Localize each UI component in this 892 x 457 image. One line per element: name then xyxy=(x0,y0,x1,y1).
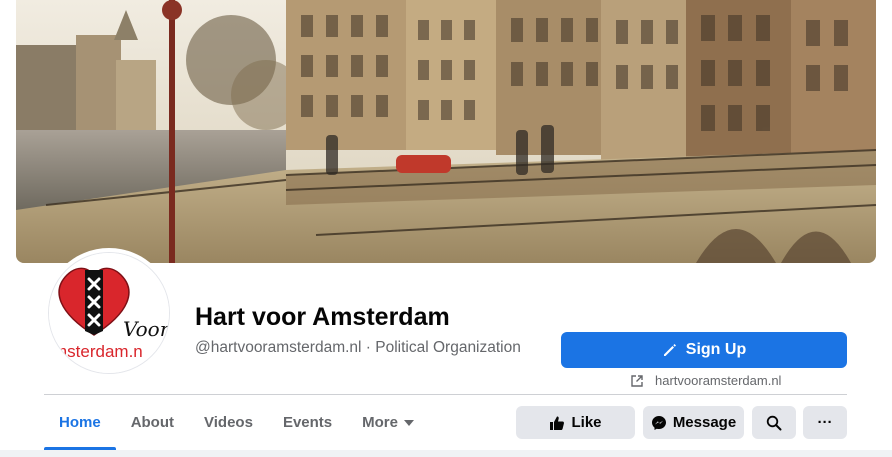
like-button[interactable]: Like xyxy=(516,406,635,439)
feed-background-strip xyxy=(0,450,892,457)
message-button[interactable]: Message xyxy=(643,406,744,439)
like-label: Like xyxy=(571,414,602,431)
page-handle-category: @hartvooramsterdam.nl · Political Organi… xyxy=(195,339,521,356)
more-options-button[interactable]: ··· xyxy=(803,406,847,439)
page-avatar[interactable]: Voor msterdam.n xyxy=(48,252,170,374)
website-label: hartvooramsterdam.nl xyxy=(655,373,782,388)
sign-up-label: Sign Up xyxy=(685,341,747,358)
page-tabs: Home About Videos Events More xyxy=(44,395,429,450)
pencil-icon xyxy=(663,344,676,356)
tab-events[interactable]: Events xyxy=(268,395,347,450)
tab-more[interactable]: More xyxy=(347,395,429,450)
cover-photo[interactable] xyxy=(16,0,876,263)
tab-home[interactable]: Home xyxy=(44,395,116,450)
external-link-icon xyxy=(631,374,643,387)
chevron-down-icon xyxy=(403,419,414,426)
more-dots-icon: ··· xyxy=(817,414,833,431)
svg-text:Voor: Voor xyxy=(123,317,170,341)
tab-videos[interactable]: Videos xyxy=(189,395,268,450)
sign-up-button[interactable]: Sign Up xyxy=(561,332,847,368)
thumbs-up-icon xyxy=(550,416,565,430)
tab-about[interactable]: About xyxy=(116,395,189,450)
search-icon xyxy=(766,415,782,430)
svg-text:msterdam.n: msterdam.n xyxy=(53,342,143,361)
website-link[interactable]: hartvooramsterdam.nl xyxy=(630,373,781,388)
hart-voor-amsterdam-logo: Voor msterdam.n xyxy=(49,253,170,373)
page-title: Hart voor Amsterdam xyxy=(195,303,450,331)
search-button[interactable] xyxy=(752,406,796,439)
message-label: Message xyxy=(672,414,737,431)
messenger-icon xyxy=(651,415,666,430)
facebook-page-header: Voor msterdam.n Hart voor Amsterdam @har… xyxy=(0,0,892,457)
cover-painting-image xyxy=(16,0,876,263)
